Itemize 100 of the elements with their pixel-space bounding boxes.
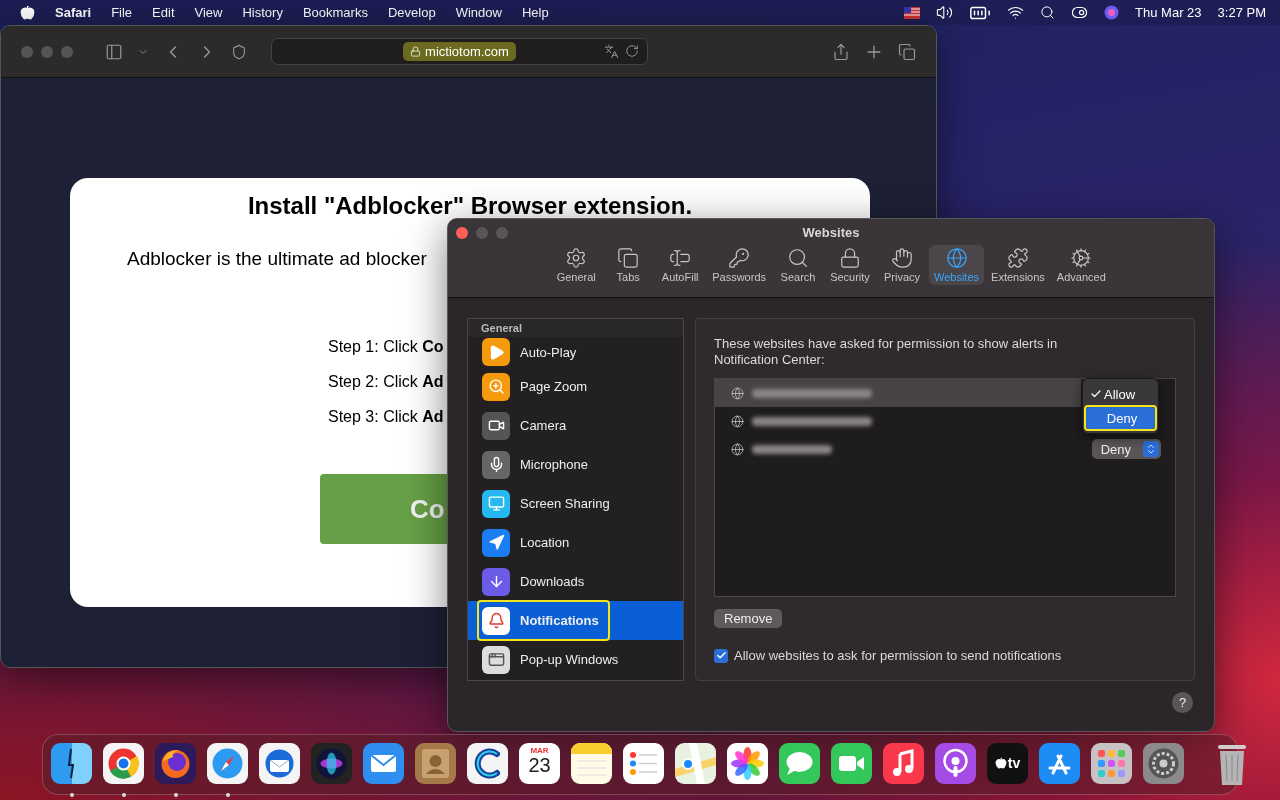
volume-icon [936,4,954,21]
app-store-icon[interactable] [1039,742,1080,784]
camera-icon [482,411,510,440]
globe-icon[interactable] [155,742,196,784]
step-text: Step 3: Click Ad [328,408,444,426]
gears-icon [1070,247,1093,269]
lock-icon [410,46,422,57]
calendar-icon[interactable]: MAR 23 [519,742,560,784]
checklist-icon[interactable] [623,742,664,784]
checkbox[interactable] [714,648,728,663]
flag-icon[interactable] [904,6,921,19]
split-square-icon[interactable] [51,742,92,784]
grid-icon[interactable] [1091,742,1132,784]
ring-icon[interactable] [103,742,144,784]
lock-icon [839,247,861,269]
windows-icon [482,645,510,674]
menu-item[interactable]: Bookmarks [302,5,368,20]
shield-icon[interactable] [231,43,247,60]
permission-checkbox[interactable]: Allow websites to ask for permission to send notifications [714,648,1176,663]
download-icon [482,567,510,596]
menu-item[interactable]: File [111,5,133,20]
toolbar-tab[interactable]: Extensions [986,245,1050,285]
play-icon [482,338,510,366]
toolbar-tab[interactable]: Search [773,245,823,285]
toolbar-tab[interactable]: Security [825,245,875,285]
compass-icon[interactable] [207,742,248,784]
sidebar-item[interactable]: Pop-up Windows [468,640,683,679]
envelope-icon[interactable] [363,742,404,784]
tabs-icon [617,247,640,269]
close-button[interactable] [456,227,468,239]
podcast-icon[interactable] [935,742,976,784]
remove-button[interactable]: Remove [714,609,783,628]
toolbar-tab[interactable]: Passwords [707,245,771,285]
globe-icon [731,386,744,400]
globe-icon [731,442,744,456]
menu-item[interactable]: Help [521,5,549,20]
menu-item[interactable]: History [242,5,283,20]
flower-icon[interactable] [727,742,768,784]
website-row[interactable] [715,379,1081,407]
menu-option[interactable]: Deny [1086,407,1155,429]
menu-item[interactable]: Edit [152,5,175,20]
permission-popup[interactable]: Deny [1091,439,1161,459]
sidebar-item[interactable]: Downloads [468,562,683,601]
gear-icon[interactable] [1143,742,1184,784]
menu-item[interactable]: View [194,5,223,20]
video-camera-icon[interactable] [831,742,872,784]
search-icon [787,247,809,269]
reload-icon[interactable] [625,44,639,58]
toolbar-tab[interactable]: Websites [929,245,985,285]
puzzle-icon [1006,247,1029,269]
menu-item[interactable]: Develop [387,5,436,20]
address-field[interactable]: mictiotom.com [271,38,648,65]
speech-bubble-icon[interactable] [779,742,820,784]
search-icon [1040,5,1056,20]
sidebar-item[interactable]: Microphone [468,445,683,484]
app-menu[interactable]: Safari [55,5,92,20]
text-field-icon [669,247,692,269]
sidebar-item[interactable]: Screen Sharing [468,484,683,523]
sidebar-item[interactable]: Camera [468,406,683,445]
tabs-overview-icon[interactable] [898,42,916,61]
intro-text: Adblocker is the ultimate ad blocker [127,248,427,270]
stepper-icon [1145,443,1157,455]
orb-icon[interactable] [1104,5,1120,20]
sidebar-item[interactable]: Auto-Play [468,337,683,367]
apple-icon[interactable] [20,5,35,20]
notepad-icon[interactable] [571,742,612,784]
orb-icon[interactable] [311,742,352,784]
bell-icon [482,606,510,635]
sidebar-item[interactable]: Location [468,523,683,562]
step-text: Step 2: Click Ad [328,373,444,391]
checkbox-label: Allow websites to ask for permission to send notifications [734,648,1062,663]
window-title: Websites [802,225,860,240]
apple-icon [994,757,1007,769]
tv-icon[interactable]: tv [987,742,1028,784]
key-icon [728,247,751,269]
website-row[interactable]: Deny [715,435,1175,463]
contact-card-icon[interactable] [415,742,456,784]
sidebar-icon[interactable] [105,42,123,61]
gear-icon [565,247,588,269]
check-icon [1090,388,1102,400]
toolbar-tab[interactable]: Advanced [1051,245,1111,285]
menu-bar-time[interactable]: 3:27 PM [1217,5,1266,20]
share-icon[interactable] [832,42,850,61]
bird-envelope-icon[interactable] [259,742,300,784]
toolbar-tab[interactable]: AutoFill [655,245,706,285]
menu-item[interactable]: Window [455,5,502,20]
description-text: These websites have asked for permission to show alerts in Notification Center: [714,336,1059,368]
toolbar-tab[interactable]: General [551,245,602,285]
toolbar-tab[interactable]: Tabs [603,245,654,285]
sidebar-item[interactable]: Page Zoom [468,367,683,406]
help-button[interactable]: ? [1172,692,1193,713]
menu-bar-date[interactable]: Thu Mar 23 [1135,5,1202,20]
map-icon[interactable] [675,742,716,784]
music-note-icon[interactable] [883,742,924,784]
translate-icon[interactable] [604,44,619,59]
c-logo-icon[interactable] [467,742,508,784]
menu-option[interactable]: Allow [1086,383,1155,405]
toolbar-tab[interactable]: Privacy [877,245,927,285]
sidebar-item[interactable]: Notifications [468,601,683,640]
globe-icon [731,414,744,428]
